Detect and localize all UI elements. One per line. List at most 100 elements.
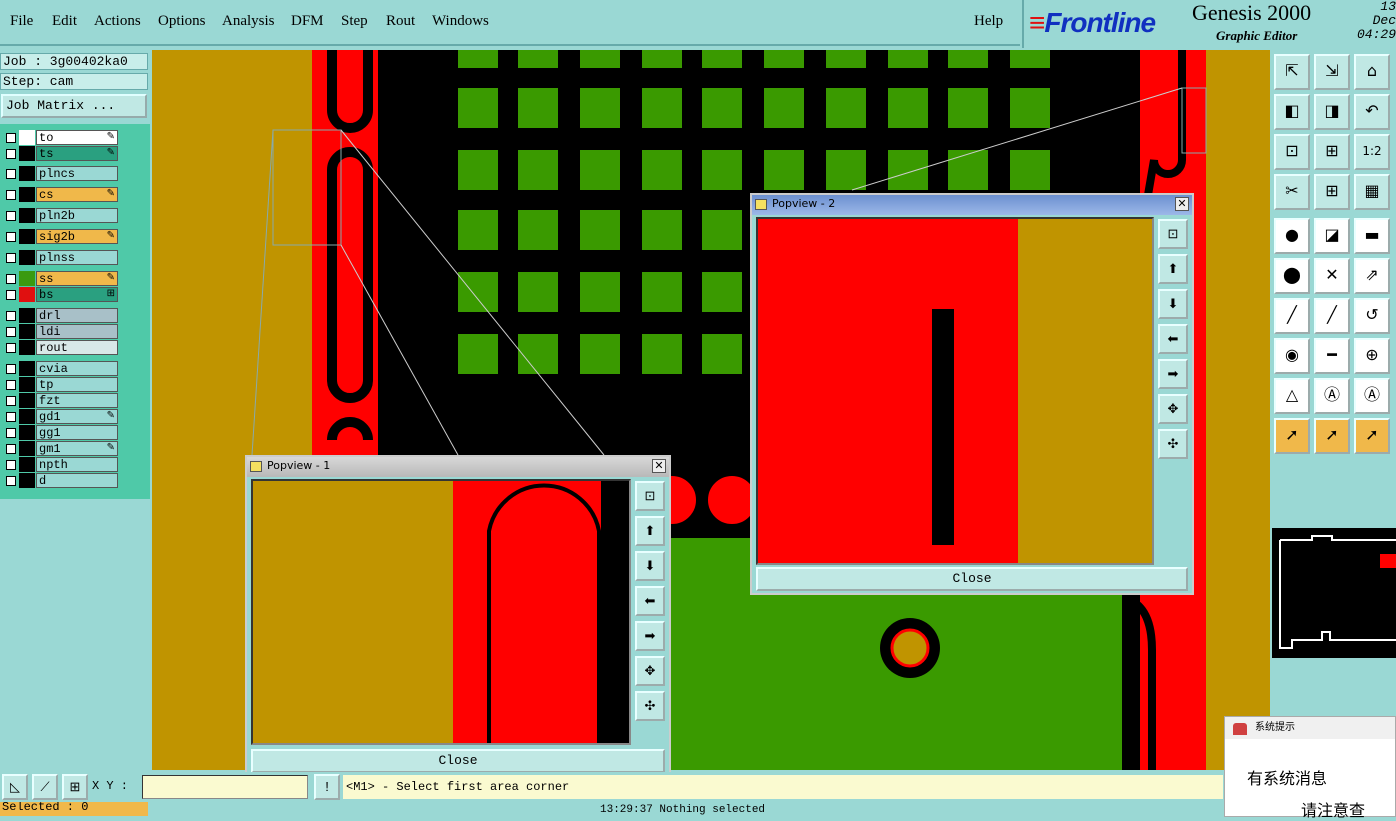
layer-checkbox[interactable] xyxy=(6,380,16,390)
layer-color-swatch[interactable] xyxy=(19,308,35,323)
arc-icon[interactable]: ↺ xyxy=(1354,298,1390,334)
layer-name[interactable]: pln2b xyxy=(36,208,118,223)
layer-row[interactable]: gd1 ✎ xyxy=(2,409,120,424)
layer-checkbox[interactable] xyxy=(6,327,16,337)
layer-name[interactable]: drl xyxy=(36,308,118,323)
menu-file[interactable]: File xyxy=(10,13,33,30)
pv1-pan-up-icon[interactable]: ⬆ xyxy=(635,516,665,546)
snap-icon[interactable]: ✂ xyxy=(1274,174,1310,210)
layer-name[interactable]: npth xyxy=(36,457,118,472)
layer-checkbox[interactable] xyxy=(6,211,16,221)
layer-checkbox[interactable] xyxy=(6,311,16,321)
layer-color-swatch[interactable] xyxy=(19,409,35,424)
measure-icon[interactable]: ⟋ xyxy=(32,774,58,800)
layer-color-swatch[interactable] xyxy=(19,187,35,202)
layer-row[interactable]: npth xyxy=(2,457,120,472)
popview-1-titlebar[interactable]: Popview - 1 ✕ xyxy=(247,457,669,477)
transform-icon[interactable]: ⊕ xyxy=(1354,338,1390,374)
layer-color-swatch[interactable] xyxy=(19,377,35,392)
layer-color-swatch[interactable] xyxy=(19,287,35,302)
layer-checkbox[interactable] xyxy=(6,343,16,353)
pv2-pan-down-icon[interactable]: ⬇ xyxy=(1158,289,1188,319)
layer-checkbox[interactable] xyxy=(6,133,16,143)
layer-row[interactable]: to ✎ xyxy=(2,130,120,145)
menu-dfm[interactable]: DFM xyxy=(291,13,324,30)
layer-color-swatch[interactable] xyxy=(19,340,35,355)
menu-step[interactable]: Step xyxy=(341,13,368,30)
zoom-fit-icon[interactable]: ⌂ xyxy=(1354,54,1390,90)
line2-icon[interactable]: ╱ xyxy=(1314,298,1350,334)
job-matrix-button[interactable]: Job Matrix ... xyxy=(1,94,147,118)
layer-row[interactable]: drl xyxy=(2,308,120,323)
layer-row[interactable]: fzt xyxy=(2,393,120,408)
add-pad-icon[interactable]: ● xyxy=(1274,218,1310,254)
pv2-zoom-home-icon[interactable]: ⊡ xyxy=(1158,219,1188,249)
menu-options[interactable]: Options xyxy=(158,13,206,30)
layer-row[interactable]: sig2b ✎ xyxy=(2,229,120,244)
pad-icon[interactable]: ◉ xyxy=(1274,338,1310,374)
layer-row[interactable]: ts ✎ xyxy=(2,146,120,161)
layer-row[interactable]: ldi xyxy=(2,324,120,339)
layer-checkbox[interactable] xyxy=(6,232,16,242)
undo-zoom-icon[interactable]: ↶ xyxy=(1354,94,1390,130)
layer-checkbox[interactable] xyxy=(6,396,16,406)
pv1-zoom-in-icon[interactable]: ✥ xyxy=(635,656,665,686)
minimap[interactable] xyxy=(1272,528,1396,658)
menu-actions[interactable]: Actions xyxy=(94,13,141,30)
layer-checkbox[interactable] xyxy=(6,428,16,438)
pv1-pan-left-icon[interactable]: ⬅ xyxy=(635,586,665,616)
measure-icon[interactable]: ▬ xyxy=(1354,218,1390,254)
layer-name[interactable]: plnss xyxy=(36,250,118,265)
layer-color-swatch[interactable] xyxy=(19,441,35,456)
pv1-zoom-out-icon[interactable]: ✣ xyxy=(635,691,665,721)
layer-color-swatch[interactable] xyxy=(19,425,35,440)
layer-row[interactable]: ss ✎ xyxy=(2,271,120,286)
pv1-pan-down-icon[interactable]: ⬇ xyxy=(635,551,665,581)
select-icon[interactable]: ➚ xyxy=(1274,418,1310,454)
grid-icon[interactable]: ⊞ xyxy=(1314,174,1350,210)
layer-name[interactable]: ss ✎ xyxy=(36,271,118,286)
layer-color-swatch[interactable] xyxy=(19,229,35,244)
zoom-in-icon[interactable]: ⇲ xyxy=(1314,54,1350,90)
layer-color-swatch[interactable] xyxy=(19,146,35,161)
menu-help[interactable]: Help xyxy=(974,13,1003,30)
pv2-zoom-in-icon[interactable]: ✥ xyxy=(1158,394,1188,424)
pv1-pan-right-icon[interactable]: ➡ xyxy=(635,621,665,651)
layer-color-swatch[interactable] xyxy=(19,324,35,339)
triangle-a-icon[interactable]: Ⓐ xyxy=(1314,378,1350,414)
cut-icon[interactable]: ━ xyxy=(1314,338,1350,374)
pv1-zoom-home-icon[interactable]: ⊡ xyxy=(635,481,665,511)
layer-checkbox[interactable] xyxy=(6,169,16,179)
pan-right-icon[interactable]: ◨ xyxy=(1314,94,1350,130)
triangle-box-icon[interactable]: Ⓐ xyxy=(1354,378,1390,414)
menu-edit[interactable]: Edit xyxy=(52,13,77,30)
popview-1-close-button[interactable]: Close xyxy=(251,749,665,773)
layer-name[interactable]: gd1 ✎ xyxy=(36,409,118,424)
layer-row[interactable]: rout xyxy=(2,340,120,355)
triangle-icon[interactable]: △ xyxy=(1274,378,1310,414)
layer-name[interactable]: cvia xyxy=(36,361,118,376)
layer-color-swatch[interactable] xyxy=(19,208,35,223)
pv2-pan-right-icon[interactable]: ➡ xyxy=(1158,359,1188,389)
connect-icon[interactable]: ⬤ xyxy=(1274,258,1310,294)
layer-row[interactable]: cs ✎ xyxy=(2,187,120,202)
popview-2-close-button[interactable]: Close xyxy=(756,567,1188,591)
menu-analysis[interactable]: Analysis xyxy=(222,13,275,30)
layer-row[interactable]: cvia xyxy=(2,361,120,376)
layer-name[interactable]: gg1 xyxy=(36,425,118,440)
layer-checkbox[interactable] xyxy=(6,412,16,422)
xy-input[interactable] xyxy=(142,775,308,799)
close-icon[interactable]: ✕ xyxy=(1175,197,1189,211)
select-area-icon[interactable]: ◺ xyxy=(2,774,28,800)
layer-row[interactable]: plnss xyxy=(2,250,120,265)
layer-checkbox[interactable] xyxy=(6,274,16,284)
layer-row[interactable]: gg1 xyxy=(2,425,120,440)
line-icon[interactable]: ╱ xyxy=(1274,298,1310,334)
layer-name[interactable]: ts ✎ xyxy=(36,146,118,161)
popview-2-titlebar[interactable]: Popview - 2 ✕ xyxy=(752,195,1192,215)
layer-row[interactable]: bs ⊞ xyxy=(2,287,120,302)
move-icon[interactable]: ⇗ xyxy=(1354,258,1390,294)
layer-color-swatch[interactable] xyxy=(19,130,35,145)
layer-color-swatch[interactable] xyxy=(19,166,35,181)
menu-rout[interactable]: Rout xyxy=(386,13,415,30)
